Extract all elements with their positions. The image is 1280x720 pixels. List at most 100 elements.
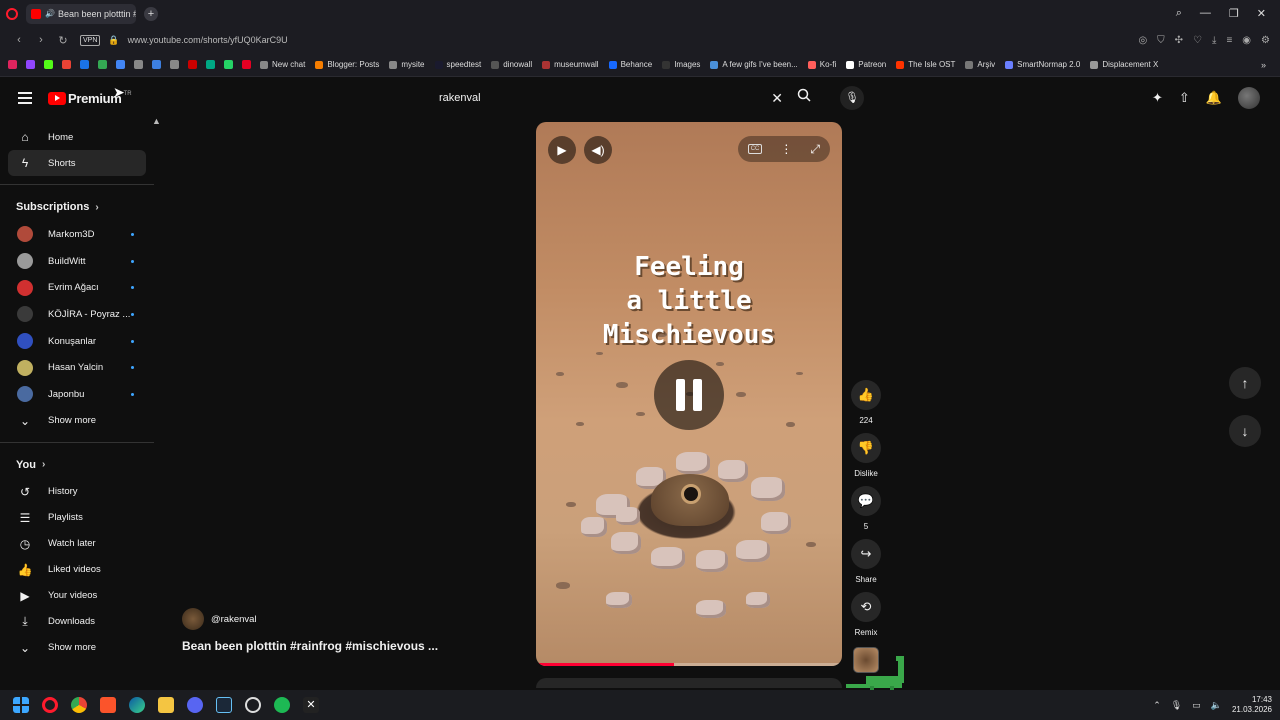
share-button[interactable]: ↪ — [851, 539, 881, 569]
bookmark-icon[interactable] — [170, 60, 179, 69]
pause-overlay-icon[interactable] — [654, 360, 724, 430]
bookmark-gifs[interactable]: A few gifs I've been... — [710, 60, 798, 69]
file-explorer-icon[interactable] — [158, 697, 174, 713]
subscription-item[interactable]: Konuşanlar — [8, 328, 146, 355]
bookmark-mysite[interactable]: mysite — [389, 60, 425, 69]
subscriptions-heading[interactable]: Subscriptions › — [0, 193, 154, 221]
close-window-button[interactable]: ✕ — [1257, 7, 1266, 20]
url-field[interactable]: www.youtube.com/shorts/yfUQ0KarC9U — [128, 35, 288, 45]
notifications-bell-icon[interactable]: 🔔 — [1206, 90, 1222, 106]
bookmark-blogger[interactable]: Blogger: Posts — [315, 60, 379, 69]
bookmark-icon[interactable] — [206, 60, 215, 69]
speaker-icon[interactable]: 🔊 — [45, 9, 55, 18]
download-icon[interactable]: ⤓ — [1212, 35, 1216, 46]
brave-icon[interactable] — [100, 697, 116, 713]
settings-icon[interactable]: ⚙ — [1261, 35, 1270, 46]
dislike-button[interactable]: 👎 — [851, 433, 881, 463]
sidebar-item-downloads[interactable]: ⤓ Downloads — [8, 609, 146, 635]
browser-tab-active[interactable]: 🔊 Bean been plotttin #r — [26, 3, 136, 24]
show-more-you[interactable]: ⌄ Show more — [8, 635, 146, 661]
search-tabs-icon[interactable]: ⌕ — [1176, 7, 1182, 20]
hamburger-menu-icon[interactable] — [18, 92, 32, 104]
minimize-button[interactable]: — — [1200, 7, 1211, 20]
network-icon[interactable]: ▭ — [1192, 700, 1201, 711]
bookmark-icon[interactable] — [44, 60, 53, 69]
profile-icon[interactable]: ◉ — [1242, 35, 1251, 46]
subscription-item[interactable]: BuildWitt — [8, 248, 146, 275]
subscription-item[interactable]: Markom3D — [8, 221, 146, 248]
sidebar-item-shorts[interactable]: ϟ Shorts — [8, 150, 146, 176]
extensions-icon[interactable]: ✣ — [1175, 35, 1183, 46]
sidebar-item-watch-later[interactable]: ◷ Watch later — [8, 531, 146, 557]
opera-taskbar-icon[interactable] — [42, 697, 58, 713]
lock-icon[interactable]: 🔒 — [108, 35, 119, 46]
windows-start-icon[interactable] — [13, 697, 29, 713]
bookmark-smartnormap[interactable]: SmartNormap 2.0 — [1005, 60, 1080, 69]
subscription-item[interactable]: Japonbu — [8, 381, 146, 408]
next-short-button[interactable]: ↓ — [1229, 415, 1261, 447]
bookmark-icon[interactable] — [26, 60, 35, 69]
bookmark-icon[interactable] — [80, 60, 89, 69]
opera-logo-icon[interactable] — [6, 7, 18, 20]
bookmark-arsiv[interactable]: Arşiv — [965, 60, 995, 69]
microphone-tray-icon[interactable]: 🎙 — [1171, 700, 1182, 711]
remix-button[interactable]: ⟲ — [851, 592, 881, 622]
bookmark-displacement[interactable]: Displacement X — [1090, 60, 1158, 69]
sidebar-item-history[interactable]: ↺ History — [8, 479, 146, 505]
previous-short-button[interactable]: ↑ — [1229, 367, 1261, 399]
new-tab-button[interactable]: + — [144, 6, 158, 21]
bookmarks-overflow-icon[interactable]: » — [1261, 60, 1266, 70]
bookmark-dinowall[interactable]: dinowall — [491, 60, 532, 69]
captions-icon[interactable]: CC — [747, 144, 763, 154]
video-progress-bar[interactable] — [536, 663, 842, 666]
play-button[interactable]: ▶ — [548, 136, 576, 164]
shield-icon[interactable]: ⛉ — [1157, 35, 1165, 46]
bookmark-icon[interactable] — [98, 60, 107, 69]
subscription-item[interactable]: KÖJİRA - Poyraz ... — [8, 301, 146, 328]
sidebar-item-your-videos[interactable]: ▶ Your videos — [8, 583, 146, 609]
bookmark-icon[interactable] — [134, 60, 143, 69]
discord-icon[interactable] — [187, 697, 203, 713]
you-heading[interactable]: You › — [0, 451, 154, 479]
maximize-button[interactable]: ❐ — [1229, 7, 1239, 20]
menu-icon[interactable]: ≡ — [1226, 35, 1232, 46]
more-options-icon[interactable]: ⋮ — [780, 142, 792, 156]
heart-icon[interactable]: ♡ — [1193, 35, 1202, 46]
volume-tray-icon[interactable]: 🔈 — [1211, 700, 1222, 711]
bookmark-kofi[interactable]: Ko-fi — [807, 60, 836, 69]
upload-icon[interactable]: ⇧ — [1179, 90, 1190, 106]
edge-icon[interactable] — [129, 697, 145, 713]
clear-search-icon[interactable]: ✕ — [771, 90, 783, 107]
sidebar-item-liked-videos[interactable]: 👍 Liked videos — [8, 557, 146, 583]
pinterest-icon[interactable] — [242, 60, 251, 69]
bookmark-icon[interactable] — [116, 60, 125, 69]
bookmark-isle-ost[interactable]: The Isle OST — [896, 60, 955, 69]
bookmark-patreon[interactable]: Patreon — [846, 60, 886, 69]
clock[interactable]: 17:43 21.03.2026 — [1232, 695, 1272, 715]
bookmark-icon[interactable] — [62, 60, 71, 69]
bookmark-behance[interactable]: Behance — [608, 60, 652, 69]
cast-icon[interactable]: ✦ — [1152, 90, 1163, 106]
bookmark-icon[interactable] — [152, 60, 161, 69]
like-button[interactable]: 👍 — [851, 380, 881, 410]
reload-button[interactable]: ↻ — [52, 34, 74, 47]
fullscreen-icon[interactable]: ⤢ — [810, 142, 820, 157]
bookmark-museumwall[interactable]: museumwall — [542, 60, 599, 69]
spotify-icon[interactable] — [274, 697, 290, 713]
bookmark-speedtest[interactable]: speedtest — [434, 60, 481, 69]
capcut-icon[interactable]: ✕ — [303, 697, 319, 713]
sidebar-item-playlists[interactable]: ☰ Playlists — [8, 505, 146, 531]
bookmark-images[interactable]: Images — [662, 60, 700, 69]
video-title[interactable]: Bean been plotttin #rainfrog #mischievou… — [182, 639, 438, 653]
search-input[interactable]: rakenval — [439, 92, 481, 104]
steam-icon[interactable] — [216, 697, 232, 713]
channel-handle[interactable]: @rakenval — [211, 614, 257, 625]
sidebar-item-home[interactable]: ⌂ Home — [8, 124, 146, 150]
chrome-icon[interactable] — [71, 697, 87, 713]
microphone-icon[interactable]: 🎙 — [840, 86, 864, 110]
volume-button[interactable]: ◀) — [584, 136, 612, 164]
subscription-item[interactable]: Evrim Ağacı — [8, 274, 146, 301]
back-button[interactable]: ‹ — [8, 34, 30, 46]
app-icon[interactable] — [245, 697, 261, 713]
tray-overflow-icon[interactable]: ⌃ — [1153, 700, 1161, 711]
